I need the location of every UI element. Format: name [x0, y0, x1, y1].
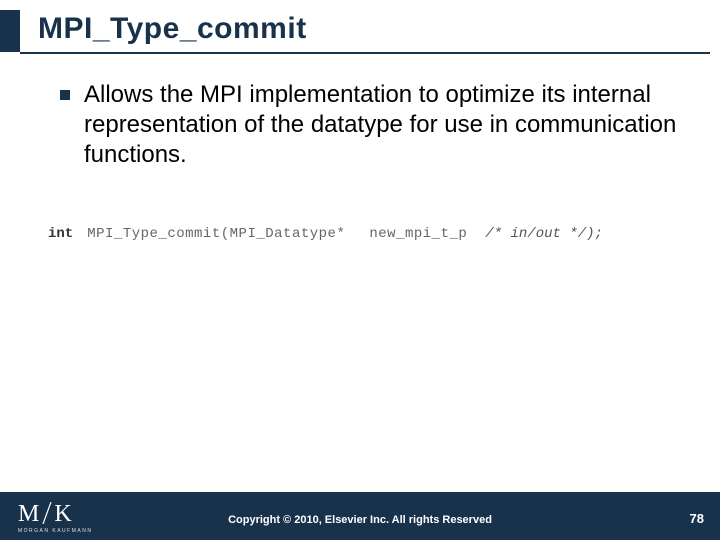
- code-return-type: int: [48, 226, 73, 242]
- copyright-text: Copyright © 2010, Elsevier Inc. All righ…: [0, 514, 720, 526]
- slide: MPI_Type_commit Allows the MPI implement…: [0, 0, 720, 540]
- code-param: new_mpi_t_p: [369, 226, 467, 242]
- title-bar: MPI_Type_commit: [0, 10, 710, 60]
- bullet-square-icon: [60, 90, 70, 100]
- slide-body: Allows the MPI implementation to optimiz…: [60, 80, 680, 198]
- logo-subtext: MORGAN KAUFMANN: [18, 528, 92, 534]
- slide-title: MPI_Type_commit: [38, 12, 307, 46]
- footer-bar: MK MORGAN KAUFMANN Copyright © 2010, Els…: [0, 492, 720, 540]
- title-accent: [0, 10, 20, 52]
- bullet-text: Allows the MPI implementation to optimiz…: [84, 80, 680, 170]
- code-comment: /* in/out */);: [485, 226, 603, 242]
- page-number: 78: [690, 511, 704, 526]
- title-underline: [20, 52, 710, 54]
- code-line: int MPI_Type_commit(MPI_Datatype* new_mp…: [48, 226, 680, 242]
- bullet-item: Allows the MPI implementation to optimiz…: [60, 80, 680, 170]
- code-func-signature: MPI_Type_commit(MPI_Datatype*: [87, 226, 345, 242]
